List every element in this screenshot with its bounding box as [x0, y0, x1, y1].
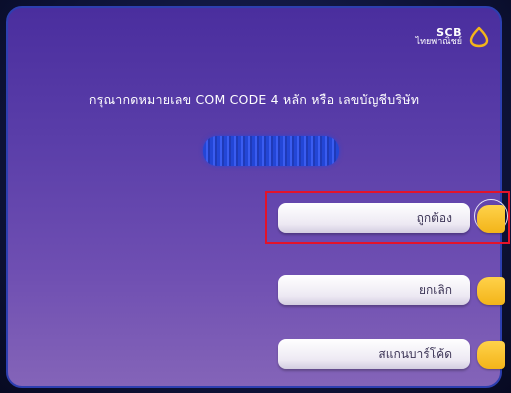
- highlight-box: [265, 191, 510, 244]
- scb-logo-icon: [469, 26, 489, 48]
- brand-header: SCB ไทยพาณิชย์: [416, 26, 490, 48]
- cancel-row: ยกเลิก: [270, 275, 505, 309]
- cancel-button-label: ยกเลิก: [418, 282, 452, 297]
- brand-text: SCB ไทยพาณิชย์: [415, 26, 462, 48]
- cancel-side-key[interactable]: [477, 277, 505, 305]
- scan-barcode-button-label: สแกนบาร์โค้ด: [378, 346, 452, 361]
- scan-barcode-side-key[interactable]: [477, 341, 505, 369]
- brand-subtitle: ไทยพาณิชย์: [415, 37, 462, 48]
- cancel-button[interactable]: ยกเลิก: [278, 275, 470, 305]
- scan-barcode-button[interactable]: สแกนบาร์โค้ด: [278, 339, 470, 369]
- scan-barcode-row: สแกนบาร์โค้ด: [270, 339, 505, 373]
- instruction-text: กรุณากดหมายเลข COM CODE 4 หลัก หรือ เลขบ…: [88, 92, 420, 107]
- com-code-input[interactable]: [203, 136, 339, 166]
- atm-bezel: SCB ไทยพาณิชย์ กรุณากดหมายเลข COM CODE 4…: [0, 0, 511, 393]
